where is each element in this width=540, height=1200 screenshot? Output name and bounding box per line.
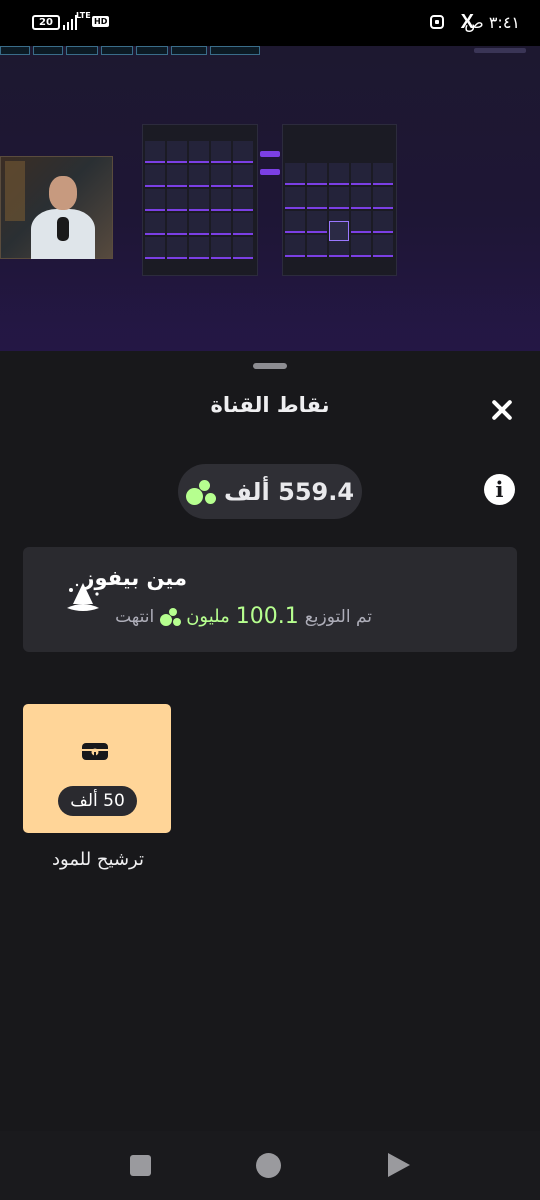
streamer-head — [49, 176, 77, 210]
distributed-label: تم التوزيع — [304, 606, 372, 627]
points-balance: 559.4 ألف — [223, 477, 355, 506]
selected-inventory-slot — [329, 221, 349, 241]
status-time: ٣:٤١ ص — [464, 13, 520, 32]
sheet-title: نقاط القناة — [210, 393, 330, 417]
home-button[interactable] — [256, 1153, 281, 1178]
microphone — [57, 217, 69, 241]
network-type-label: LTE — [76, 11, 91, 20]
reward-tile[interactable]: 50 ألف — [23, 704, 171, 833]
reward-label: ترشيح للمود — [52, 849, 144, 870]
distributed-amount: 100.1 — [235, 604, 299, 629]
inventory-panel-right — [282, 124, 397, 276]
channel-points-icon — [160, 607, 182, 627]
shelf — [5, 161, 25, 221]
prediction-status: تم التوزيع 100.1 مليون انتهت — [115, 604, 372, 629]
info-icon[interactable]: i — [484, 474, 515, 505]
system-nav-bar — [0, 1131, 540, 1200]
inventory-panel-left — [142, 124, 258, 276]
battery-icon: 20 — [32, 15, 60, 30]
video-bottom-shade — [0, 291, 540, 351]
back-button[interactable] — [388, 1153, 410, 1177]
treasure-chest-icon — [82, 743, 108, 760]
sheet-drag-handle[interactable] — [253, 363, 287, 369]
prediction-title: مين بيفوز — [82, 566, 187, 590]
reward-cost-badge: 50 ألف — [58, 786, 137, 816]
performance-overlay — [0, 46, 260, 55]
transfer-button — [260, 169, 280, 175]
distributed-unit: مليون — [186, 606, 230, 627]
channel-points-icon — [185, 478, 216, 506]
stream-overlay-text — [474, 48, 526, 53]
points-balance-pill[interactable]: 559.4 ألف — [178, 464, 362, 519]
prediction-card[interactable]: مين بيفوز تم التوزيع 100.1 مليون انتهت — [23, 547, 517, 652]
streamer-webcam — [0, 156, 113, 259]
screen-record-icon — [430, 15, 444, 29]
recents-button[interactable] — [130, 1155, 151, 1176]
transfer-button — [260, 151, 280, 157]
status-bar: 20 LTE HD X ٣:٤١ ص — [0, 0, 540, 46]
stream-video-player[interactable] — [0, 46, 540, 351]
close-icon[interactable] — [487, 395, 517, 425]
hd-badge: HD — [92, 16, 110, 27]
signal-icon — [63, 14, 77, 30]
channel-points-sheet: نقاط القناة 559.4 ألف i مين بيفوز تم الت… — [0, 351, 540, 1131]
ended-label: انتهت — [115, 606, 155, 627]
